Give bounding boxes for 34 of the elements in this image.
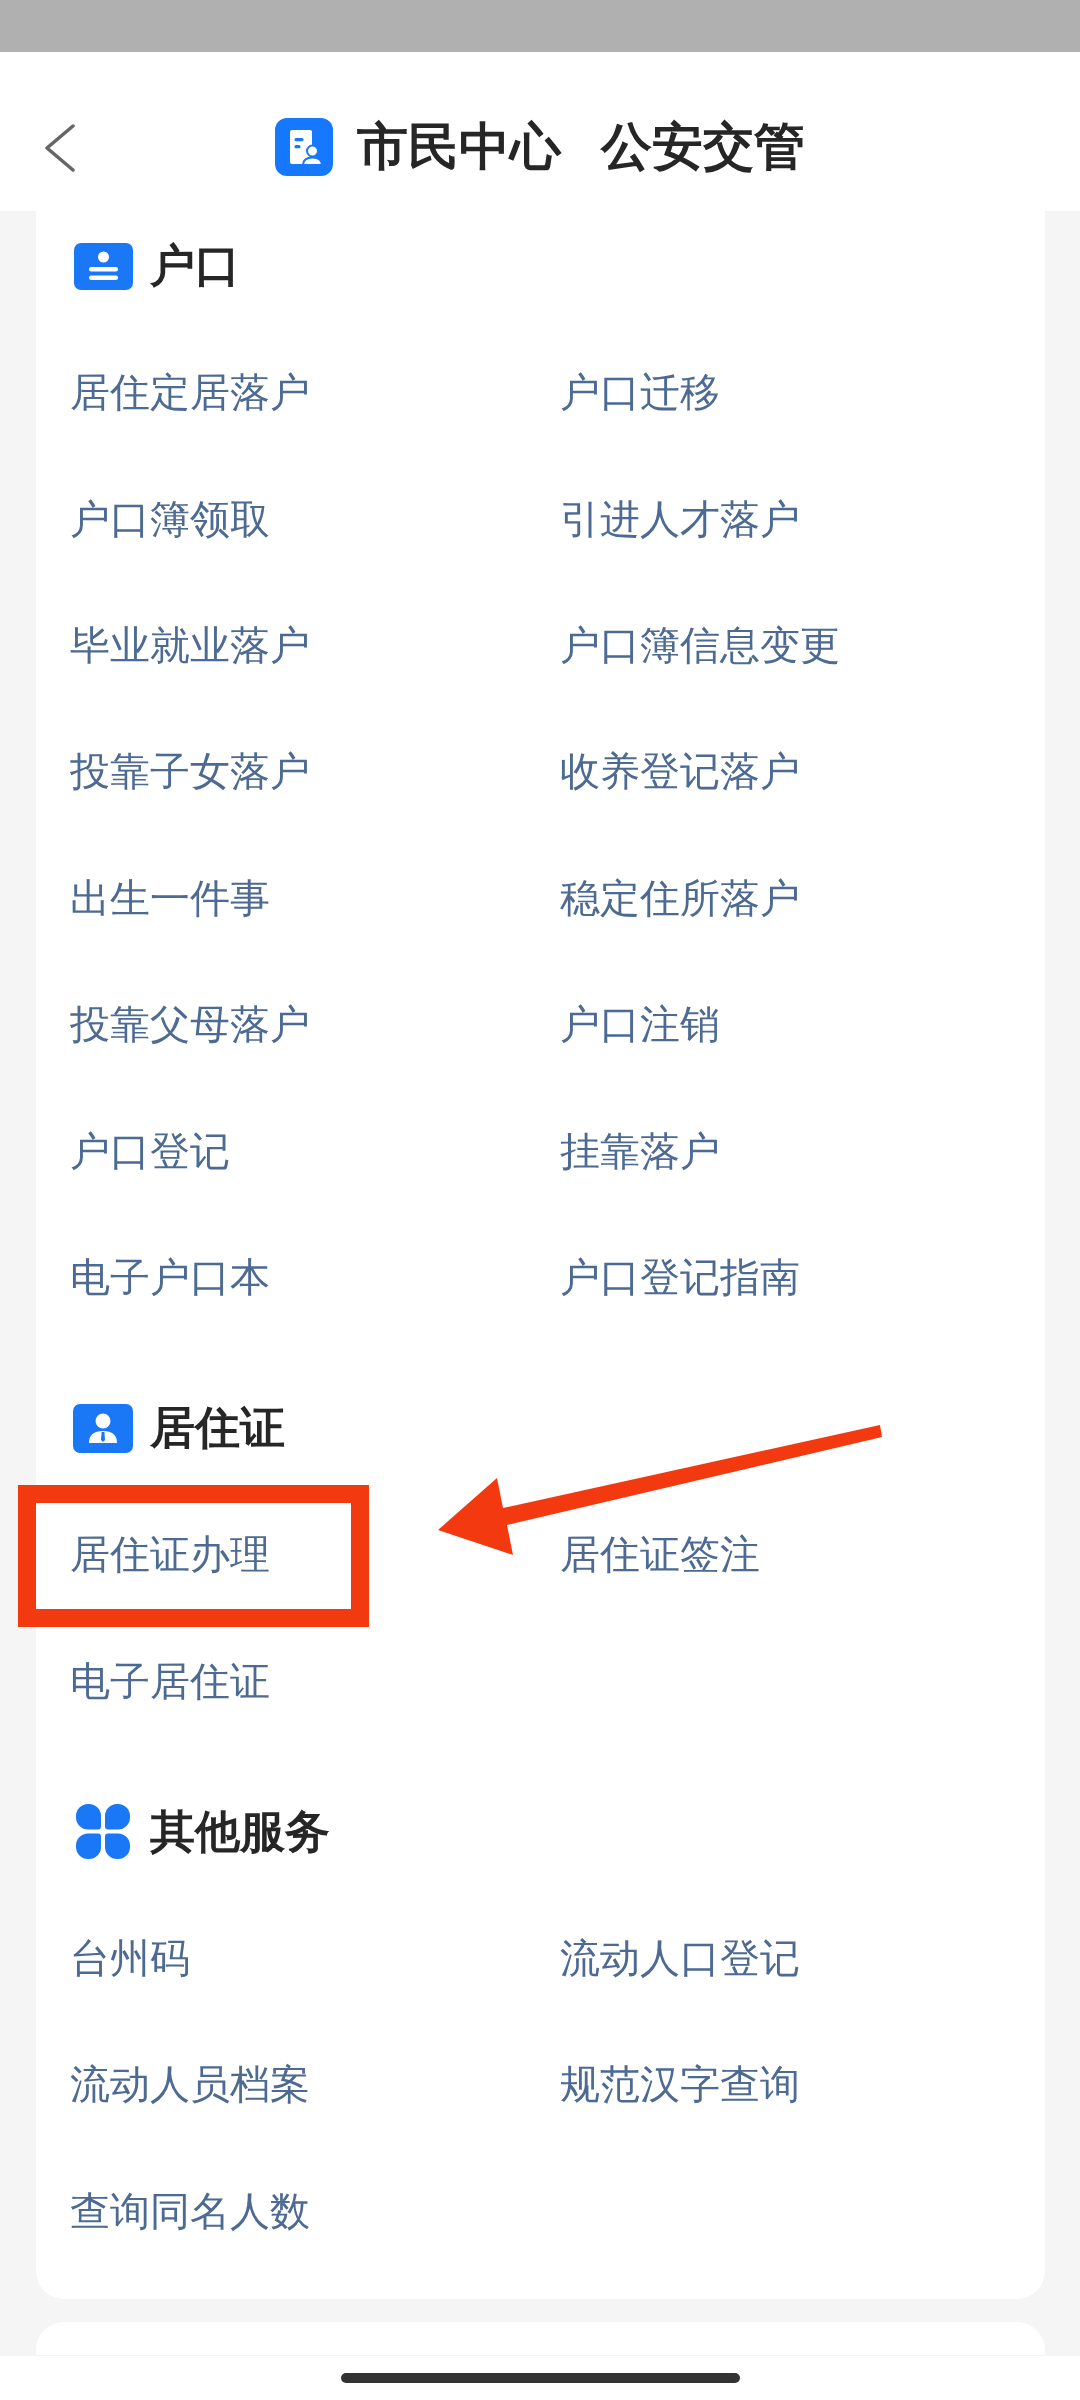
- service-link[interactable]: 引进人才落户: [560, 494, 800, 543]
- page-subtitle: 公安交管: [601, 118, 805, 177]
- service-link[interactable]: 居住证签注: [560, 1530, 760, 1579]
- service-link[interactable]: 户口迁移: [560, 368, 720, 417]
- person-icon: [73, 1403, 133, 1453]
- service-link[interactable]: 投靠子女落户: [70, 747, 310, 796]
- service-link[interactable]: 户口注销: [560, 1000, 720, 1049]
- service-link[interactable]: 户口簿领取: [70, 494, 270, 543]
- service-link[interactable]: 户口登记指南: [560, 1252, 800, 1301]
- service-link[interactable]: 台州码: [70, 1934, 190, 1983]
- section-title: 居住证: [150, 1401, 285, 1456]
- profile-icon: [73, 242, 133, 290]
- service-link[interactable]: 规范汉字查询: [560, 2060, 800, 2109]
- service-link[interactable]: 查询同名人数: [70, 2186, 310, 2235]
- service-link[interactable]: 流动人口登记: [560, 1934, 800, 1983]
- service-link[interactable]: 户口簿信息变更: [560, 620, 840, 669]
- service-link[interactable]: 出生一件事: [70, 873, 270, 922]
- service-link[interactable]: 毕业就业落户: [70, 620, 310, 669]
- service-link[interactable]: 稳定住所落户: [560, 873, 800, 922]
- service-link[interactable]: 流动人员档案: [70, 2060, 310, 2109]
- back-icon[interactable]: [44, 123, 76, 172]
- service-link[interactable]: 电子居住证: [70, 1656, 270, 1705]
- service-link[interactable]: 挂靠落户: [560, 1126, 720, 1175]
- grid-icon: [76, 1804, 130, 1860]
- service-link[interactable]: 投靠父母落户: [70, 1000, 310, 1049]
- service-link[interactable]: 收养登记落户: [560, 747, 800, 796]
- service-link[interactable]: 电子户口本: [70, 1252, 270, 1301]
- section-title: 其他服务: [150, 1804, 330, 1859]
- section-title: 户口: [150, 239, 240, 293]
- service-link[interactable]: 居住定居落户: [70, 368, 310, 417]
- document-person-icon: [275, 118, 333, 177]
- service-link[interactable]: 户口登记: [70, 1126, 230, 1175]
- page-title: 市民中心: [357, 118, 561, 177]
- service-link[interactable]: 居住证办理: [70, 1530, 270, 1579]
